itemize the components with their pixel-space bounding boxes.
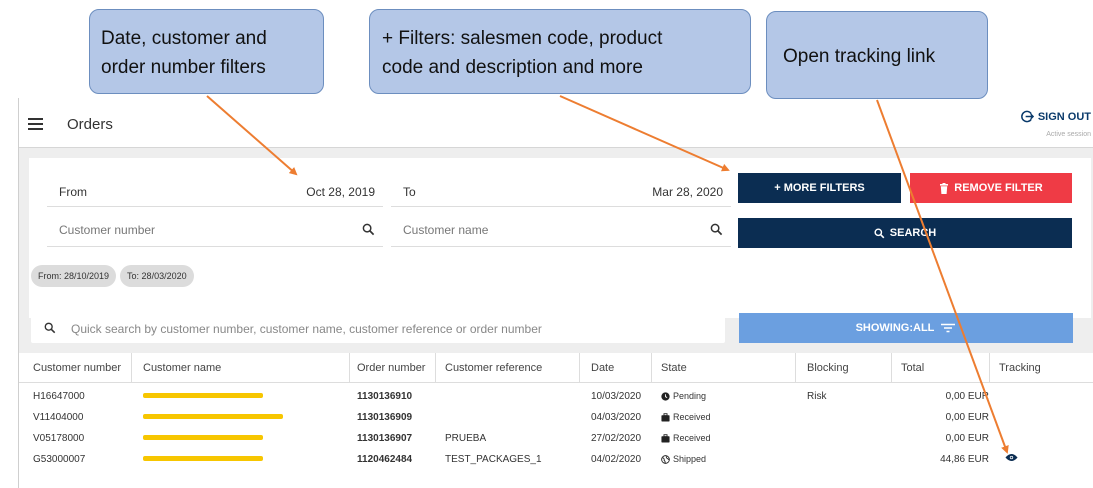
column-header[interactable]: State	[661, 362, 687, 374]
callout-date-filters: Date, customer and order number filters	[89, 9, 324, 94]
tracking-link[interactable]	[1005, 453, 1018, 465]
blocking-cell: Risk	[807, 391, 827, 402]
search-button[interactable]: SEARCH	[738, 218, 1072, 248]
session-status: Active session	[1046, 131, 1091, 138]
state-label: Pending	[673, 391, 707, 401]
to-date-field[interactable]: To Mar 28, 2020	[391, 173, 731, 207]
briefcase-icon	[661, 433, 670, 443]
orders-table: Customer number Customer name Order numb…	[19, 353, 1093, 488]
customer-reference-cell: TEST_PACKAGES_1	[445, 454, 542, 465]
column-header[interactable]: Blocking	[807, 362, 849, 374]
callout-text: code and description and more	[382, 57, 643, 78]
top-bar: Orders SIGN OUT Active session	[19, 98, 1093, 148]
customer-number-cell: V05178000	[33, 433, 85, 444]
order-number-link[interactable]: 1130136909	[357, 412, 412, 423]
customer-number-cell: G53000007	[33, 454, 86, 465]
column-header[interactable]: Tracking	[999, 362, 1041, 374]
callout-text: + Filters: salesmen code, product	[382, 28, 663, 49]
to-label: To	[403, 185, 416, 199]
customer-name-placeholder: Customer name	[403, 223, 489, 237]
table-header: Customer number Customer name Order numb…	[19, 353, 1093, 383]
search-icon[interactable]	[362, 223, 375, 236]
customer-name-input[interactable]: Customer name	[391, 213, 731, 247]
state-cell: Pending	[661, 391, 706, 401]
date-cell: 04/03/2020	[591, 412, 642, 423]
customer-number-cell: V11404000	[33, 412, 84, 423]
remove-filter-button[interactable]: REMOVE FILTER	[910, 173, 1072, 203]
column-header[interactable]: Customer number	[33, 362, 121, 374]
sign-out-button[interactable]: SIGN OUT	[1020, 110, 1091, 123]
filter-panel: From Oct 28, 2019 To Mar 28, 2020 Custom…	[29, 158, 1091, 318]
remove-filter-label: REMOVE FILTER	[954, 182, 1043, 194]
column-header[interactable]: Total	[901, 362, 924, 374]
callout-more-filters: + Filters: salesmen code, product code a…	[369, 9, 751, 94]
from-value: Oct 28, 2019	[306, 185, 375, 199]
trash-icon	[940, 182, 949, 194]
search-label: SEARCH	[889, 227, 937, 239]
clock-icon	[661, 391, 670, 401]
customer-reference-cell: PRUEBA	[445, 433, 487, 444]
table-row[interactable]: H16647000 1130136910 10/03/2020 Pending …	[19, 385, 1093, 406]
total-cell: 44,86 EUR	[940, 454, 989, 465]
customer-number-placeholder: Customer number	[59, 223, 156, 237]
date-cell: 10/03/2020	[591, 391, 642, 402]
search-icon[interactable]	[710, 223, 723, 236]
column-header[interactable]: Customer name	[143, 362, 221, 374]
callout-text: Date, customer and	[101, 28, 267, 49]
column-header[interactable]: Order number	[357, 362, 425, 374]
callout-tracking: Open tracking link	[766, 11, 988, 99]
showing-label: SHOWING:ALL	[855, 322, 935, 334]
menu-icon[interactable]	[28, 118, 43, 130]
table-row[interactable]: V05178000 1130136907 PRUEBA 27/02/2020 R…	[19, 427, 1093, 448]
total-cell: 0,00 EUR	[945, 433, 989, 444]
customer-number-input[interactable]: Customer number	[47, 213, 383, 247]
search-icon	[44, 322, 56, 334]
active-filter-chips: From: 28/10/2019 To: 28/03/2020	[31, 265, 194, 287]
callout-text: Open tracking link	[783, 46, 936, 67]
state-label: Received	[673, 412, 711, 422]
table-row[interactable]: V11404000 1130136909 04/03/2020 Received…	[19, 406, 1093, 427]
redacted-customer-name	[143, 393, 263, 398]
showing-all-button[interactable]: SHOWING:ALL	[739, 313, 1073, 343]
eye-icon	[1005, 454, 1018, 461]
sign-out-label: SIGN OUT	[1037, 110, 1091, 123]
from-date-field[interactable]: From Oct 28, 2019	[47, 173, 383, 207]
table-row[interactable]: G53000007 1120462484 TEST_PACKAGES_1 04/…	[19, 448, 1093, 469]
state-label: Shipped	[673, 454, 707, 464]
column-header[interactable]: Date	[591, 362, 614, 374]
order-number-link[interactable]: 1120462484	[357, 454, 412, 465]
state-label: Received	[673, 433, 711, 443]
filter-list-icon	[941, 323, 956, 333]
date-cell: 27/02/2020	[591, 433, 642, 444]
globe-icon	[661, 454, 670, 464]
total-cell: 0,00 EUR	[945, 412, 989, 423]
page-title: Orders	[67, 116, 113, 133]
orders-app: Orders SIGN OUT Active session From Oct …	[18, 98, 1093, 488]
total-cell: 0,00 EUR	[945, 391, 989, 402]
search-icon	[874, 227, 885, 238]
callout-text: order number filters	[101, 57, 266, 78]
column-header[interactable]: Customer reference	[445, 362, 542, 374]
filter-chip-to[interactable]: To: 28/03/2020	[120, 265, 194, 287]
order-number-link[interactable]: 1130136910	[357, 391, 412, 402]
redacted-customer-name	[143, 414, 283, 419]
redacted-customer-name	[143, 435, 263, 440]
more-filters-button[interactable]: + MORE FILTERS	[738, 173, 901, 203]
date-cell: 04/02/2020	[591, 454, 642, 465]
quick-search-input[interactable]: Quick search by customer number, custome…	[31, 313, 725, 343]
customer-number-cell: H16647000	[33, 391, 85, 402]
order-number-link[interactable]: 1130136907	[357, 433, 412, 444]
from-label: From	[59, 185, 87, 199]
state-cell: Shipped	[661, 454, 706, 464]
state-cell: Received	[661, 412, 711, 422]
redacted-customer-name	[143, 456, 263, 461]
sign-out-icon	[1020, 110, 1034, 123]
quick-search-placeholder: Quick search by customer number, custome…	[71, 322, 542, 336]
state-cell: Received	[661, 433, 711, 443]
briefcase-icon	[661, 412, 670, 422]
filter-chip-from[interactable]: From: 28/10/2019	[31, 265, 117, 287]
to-value: Mar 28, 2020	[652, 185, 723, 199]
